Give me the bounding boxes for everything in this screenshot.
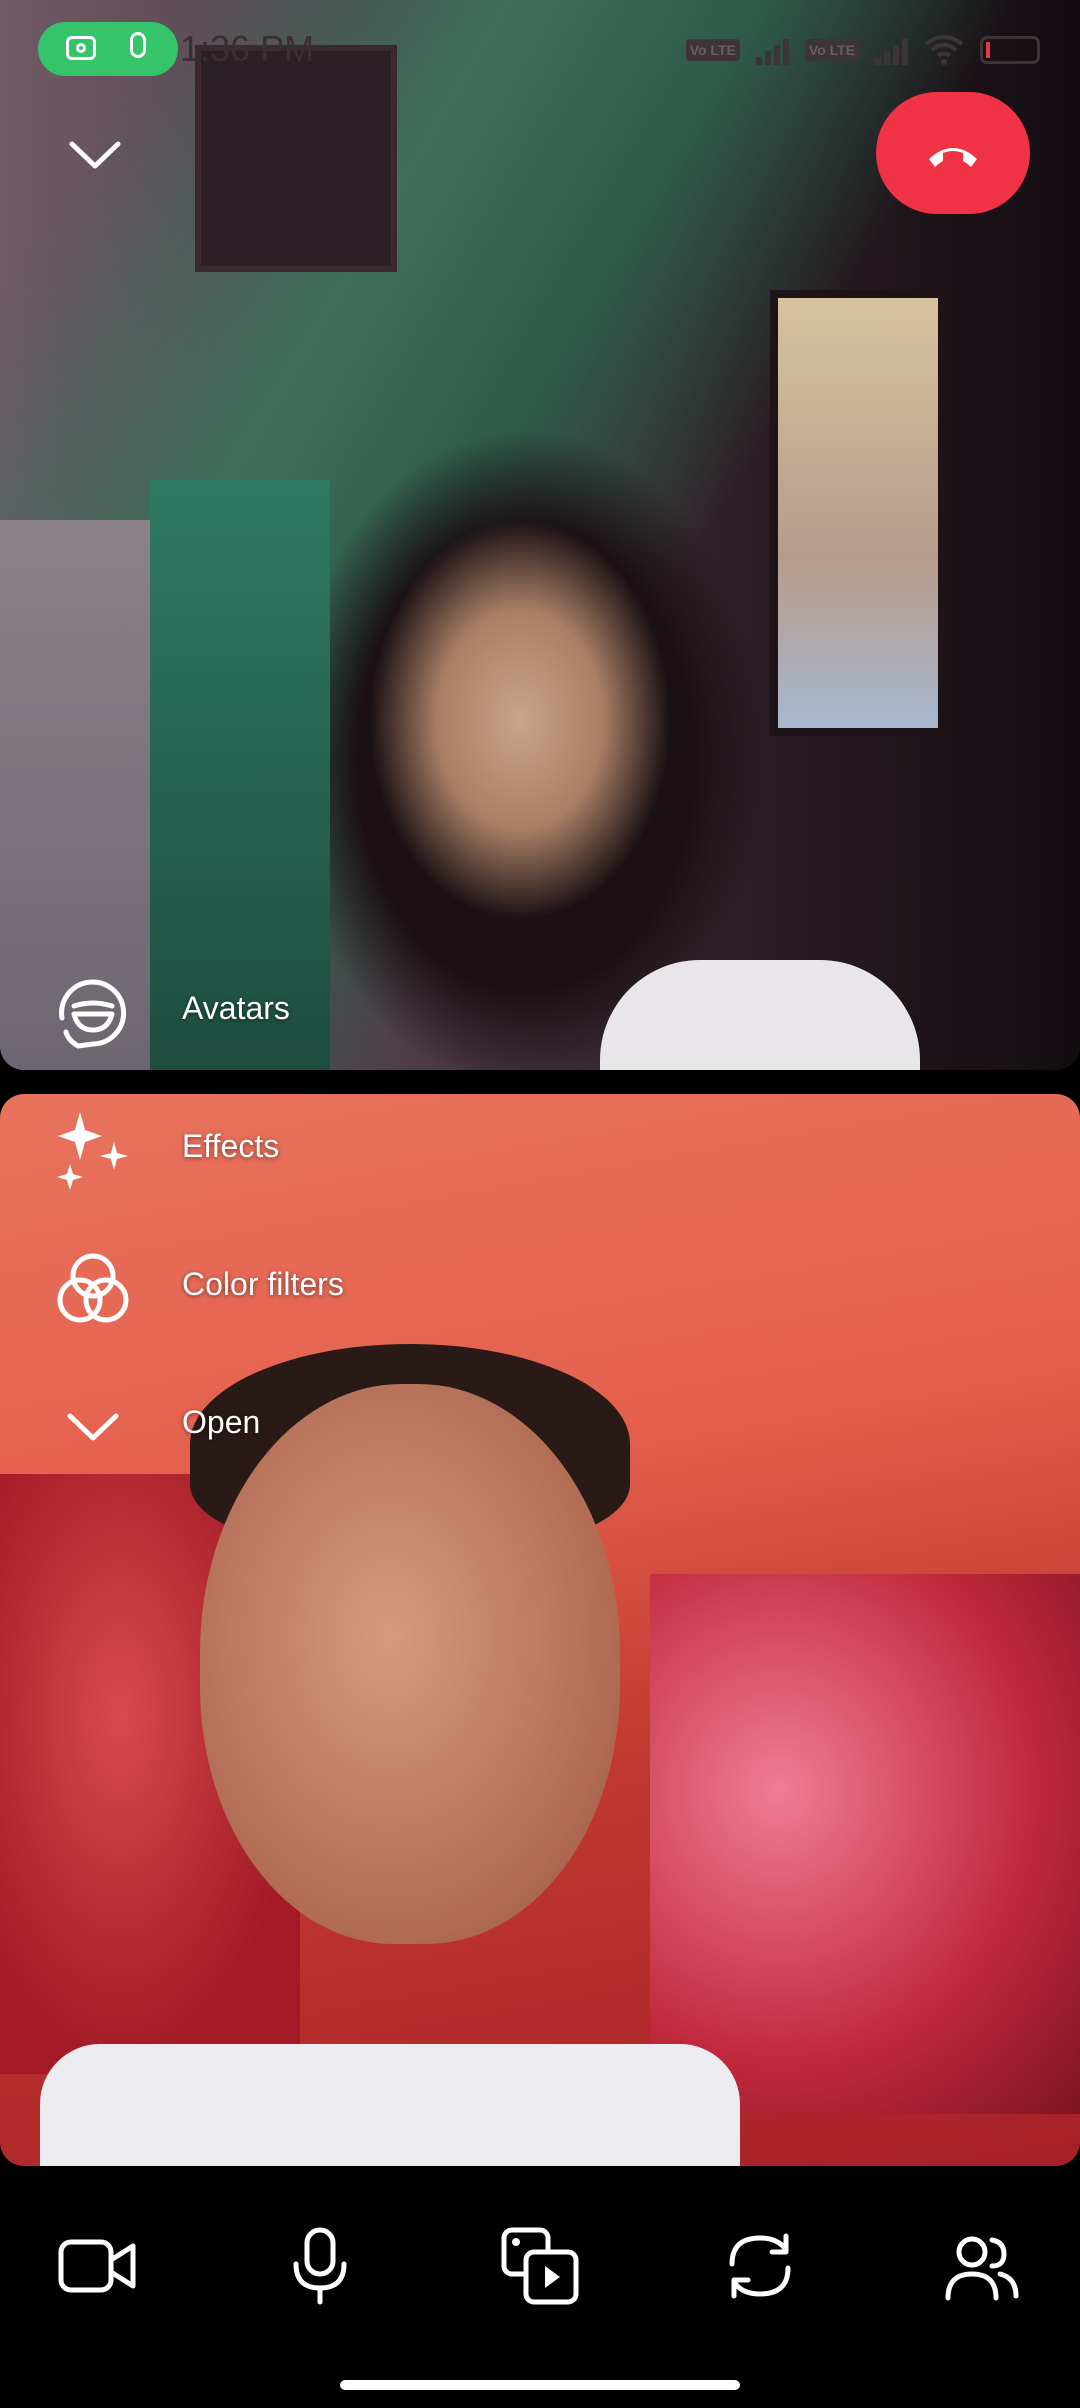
people-icon [945, 2236, 1019, 2301]
menu-item-label: Open [182, 1404, 261, 1440]
color-filters-icon [57, 1253, 129, 1323]
toggle-video-button[interactable] [42, 2211, 152, 2321]
signal-icon [755, 35, 789, 65]
flip-camera-button[interactable] [705, 2211, 815, 2321]
privacy-indicator-pill[interactable] [38, 22, 178, 76]
hang-up-icon [929, 148, 977, 167]
menu-item-label: Color filters [182, 1266, 344, 1302]
minimize-call-button[interactable] [60, 120, 130, 190]
status-time: 1:36 PM [180, 28, 315, 69]
camera-icon [66, 36, 96, 60]
menu-item-effects[interactable]: Effects [50, 1098, 550, 1190]
avatar-icon [59, 979, 127, 1049]
signal-icon [875, 35, 908, 65]
chevron-down-icon [69, 141, 121, 169]
battery-icon [980, 36, 1040, 64]
flip-camera-icon [729, 2233, 791, 2299]
status-bar: 1:36 PM Vo LTE Vo LTE [0, 20, 1080, 80]
background-picture-frame [770, 290, 946, 736]
menu-item-avatars[interactable]: Avatars [50, 960, 550, 1050]
self-participant-shirt [40, 2044, 740, 2166]
sparkles-icon [57, 1112, 128, 1190]
microphone-icon [293, 2227, 347, 2305]
menu-item-color-filters[interactable]: Color filters [50, 1236, 550, 1326]
menu-item-open[interactable]: Open [50, 1374, 550, 1464]
remote-participant-shirt [600, 960, 920, 1070]
home-indicator[interactable] [340, 2380, 740, 2390]
menu-item-label: Effects [182, 1128, 280, 1164]
mic-icon [130, 32, 146, 58]
menu-item-label: Avatars [182, 990, 290, 1026]
volte-badge: Vo LTE [804, 39, 859, 61]
media-share-icon [501, 2227, 579, 2305]
participants-button[interactable] [925, 2211, 1035, 2321]
chevron-down-icon [67, 1413, 119, 1441]
status-icons: Vo LTE Vo LTE [685, 30, 1040, 70]
self-participant-face [200, 1384, 620, 1944]
toggle-microphone-button[interactable] [265, 2211, 375, 2321]
background-pillow [650, 1574, 1080, 2114]
call-controls-toolbar [0, 2166, 1080, 2408]
end-call-button[interactable] [876, 92, 1030, 214]
volte-badge: Vo LTE [685, 39, 740, 61]
share-media-button[interactable] [485, 2211, 595, 2321]
video-camera-icon [58, 2239, 136, 2293]
wifi-icon [924, 35, 964, 65]
